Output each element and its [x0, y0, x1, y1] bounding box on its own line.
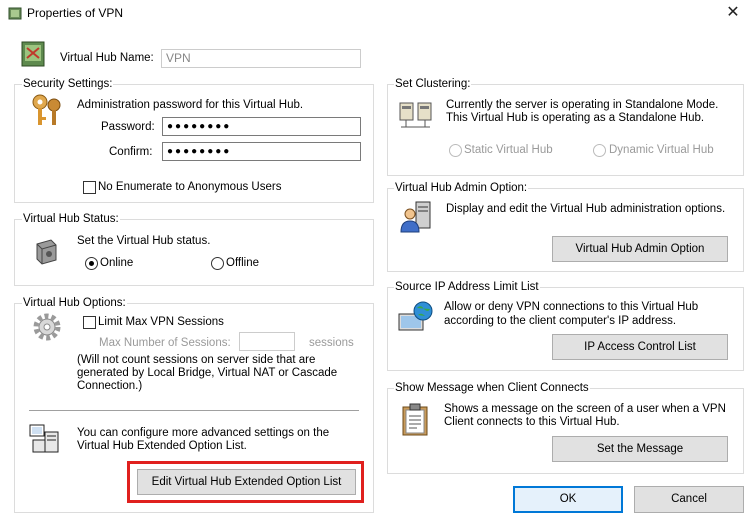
- admin-option-description: Display and edit the Virtual Hub adminis…: [446, 203, 726, 215]
- sessions-note-line2: generated by Local Bridge, Virtual NAT o…: [77, 367, 338, 379]
- security-description: Administration password for this Virtual…: [77, 99, 304, 111]
- hub-status-icon: [36, 239, 57, 265]
- advanced-settings-line2: Virtual Hub Extended Option List.: [77, 440, 247, 452]
- virtual-hub-icon: [21, 41, 45, 67]
- clustering-line1: Currently the server is operating in Sta…: [446, 99, 719, 111]
- globe-computer-icon: [398, 301, 433, 331]
- ip-limit-line1: Allow or deny VPN connections to this Vi…: [444, 301, 699, 313]
- options-separator: [29, 410, 359, 411]
- edit-extended-options-button[interactable]: Edit Virtual Hub Extended Option List: [137, 469, 356, 495]
- hub-name-label: Virtual Hub Name:: [60, 52, 154, 64]
- confirm-password-field[interactable]: ●●●●●●●●: [162, 142, 361, 161]
- sessions-note-line1: (Will not count sessions on server side …: [77, 354, 316, 366]
- offline-label[interactable]: Offline: [226, 257, 259, 269]
- ok-button[interactable]: OK: [513, 486, 623, 513]
- online-radio[interactable]: [85, 257, 98, 270]
- security-settings-legend: Security Settings:: [22, 78, 114, 90]
- hub-status-description: Set the Virtual Hub status.: [77, 235, 211, 247]
- dynamic-hub-label[interactable]: Dynamic Virtual Hub: [609, 144, 714, 156]
- ip-access-control-button[interactable]: IP Access Control List: [552, 334, 728, 360]
- cluster-servers-icon: [399, 102, 432, 128]
- computers-icon: [29, 424, 59, 453]
- static-hub-label[interactable]: Static Virtual Hub: [464, 144, 553, 156]
- ip-limit-line2: according to the client computer's IP ad…: [444, 315, 677, 327]
- online-label[interactable]: Online: [100, 257, 133, 269]
- password-field[interactable]: ●●●●●●●●: [162, 117, 361, 136]
- admin-option-legend: Virtual Hub Admin Option:: [394, 182, 529, 194]
- hub-options-legend: Virtual Hub Options:: [22, 297, 127, 309]
- offline-radio[interactable]: [211, 257, 224, 270]
- ip-limit-legend: Source IP Address Limit List: [394, 281, 540, 293]
- set-message-button[interactable]: Set the Message: [552, 436, 728, 462]
- message-legend: Show Message when Client Connects: [394, 382, 590, 394]
- clustering-legend: Set Clustering:: [394, 78, 472, 90]
- clipboard-icon: [402, 403, 428, 436]
- no-enumerate-label[interactable]: No Enumerate to Anonymous Users: [98, 181, 281, 193]
- password-label: Password:: [101, 121, 155, 133]
- admin-user-icon: [400, 201, 431, 233]
- no-enumerate-checkbox[interactable]: [83, 181, 96, 194]
- hub-status-legend: Virtual Hub Status:: [22, 213, 120, 225]
- close-button[interactable]: ✕: [722, 2, 744, 24]
- window-title: Properties of VPN: [27, 6, 124, 20]
- limit-sessions-checkbox[interactable]: [83, 316, 96, 329]
- vpn-hub-icon: [8, 7, 22, 20]
- hub-name-field[interactable]: VPN: [161, 49, 361, 68]
- advanced-settings-line1: You can configure more advanced settings…: [77, 427, 330, 439]
- keys-icon: [32, 94, 61, 125]
- clustering-group: [387, 84, 744, 176]
- limit-sessions-label[interactable]: Limit Max VPN Sessions: [98, 316, 224, 328]
- title-bar: Properties of VPN ✕: [0, 0, 748, 28]
- max-sessions-label: Max Number of Sessions:: [99, 337, 231, 349]
- dynamic-hub-radio[interactable]: [593, 144, 606, 157]
- max-sessions-field[interactable]: [239, 332, 295, 351]
- sessions-note-line3: Connection.): [77, 380, 143, 392]
- message-line2: Client connects to this Virtual Hub.: [444, 416, 620, 428]
- sessions-unit-label: sessions: [309, 337, 354, 349]
- hub-status-group: [14, 219, 374, 286]
- admin-option-button[interactable]: Virtual Hub Admin Option: [552, 236, 728, 262]
- clustering-line2: This Virtual Hub is operating as a Stand…: [446, 112, 705, 124]
- confirm-label: Confirm:: [109, 146, 153, 158]
- message-line1: Shows a message on the screen of a user …: [444, 403, 726, 415]
- cancel-button[interactable]: Cancel: [634, 486, 744, 513]
- static-hub-radio[interactable]: [449, 144, 462, 157]
- gear-icon: [33, 313, 61, 341]
